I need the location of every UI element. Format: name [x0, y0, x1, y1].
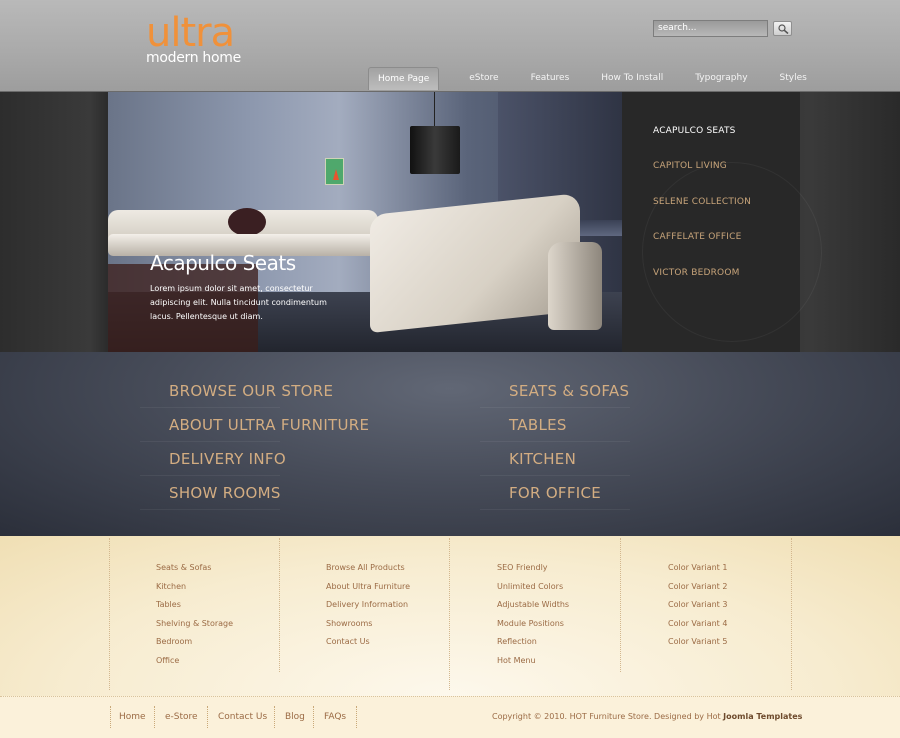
- link-browse-our-store[interactable]: BROWSE OUR STORE: [169, 382, 333, 400]
- copyright-text: Copyright © 2010. HOT Furniture Store. D…: [492, 712, 802, 721]
- footer-columns: [0, 536, 900, 696]
- nav-home-page[interactable]: Home Page: [368, 67, 440, 90]
- footer-link-shelving-storage[interactable]: Shelving & Storage: [156, 619, 233, 628]
- bottom-link-blog[interactable]: Blog: [285, 712, 305, 722]
- logo-sub-text: modern home: [146, 50, 241, 66]
- footer-link-bedroom[interactable]: Bedroom: [156, 637, 192, 646]
- footer-link-delivery-information[interactable]: Delivery Information: [326, 600, 408, 609]
- bottom-link-faqs[interactable]: FAQs: [324, 712, 346, 722]
- links-band: [0, 352, 900, 536]
- footer-link-showrooms[interactable]: Showrooms: [326, 619, 372, 628]
- copyright-prefix: Copyright © 2010. HOT Furniture Store. D…: [492, 712, 721, 721]
- bottom-link-contact-us[interactable]: Contact Us: [218, 712, 267, 722]
- wall-art-image: [325, 158, 344, 185]
- nav-how-to-install[interactable]: How To Install: [585, 67, 679, 90]
- logo[interactable]: ultra modern home: [146, 10, 241, 66]
- footer-link-browse-all-products[interactable]: Browse All Products: [326, 563, 405, 572]
- footer-link-seats-sofas[interactable]: Seats & Sofas: [156, 563, 211, 572]
- slide-item-acapulco-seats[interactable]: ACAPULCO SEATS: [653, 126, 736, 136]
- footer-link-adjustable-widths[interactable]: Adjustable Widths: [497, 600, 569, 609]
- column-divider: [791, 538, 792, 690]
- footer-link-color-variant-3[interactable]: Color Variant 3: [668, 600, 727, 609]
- hero-title: Acapulco Seats: [150, 251, 296, 275]
- column-divider: [620, 538, 621, 672]
- bottom-link-home[interactable]: Home: [119, 712, 146, 722]
- site-header: ultra modern home search... Home Page eS…: [0, 0, 900, 92]
- footer-link-color-variant-5[interactable]: Color Variant 5: [668, 637, 727, 646]
- footer-link-contact-us[interactable]: Contact Us: [326, 637, 370, 646]
- footer-link-tables[interactable]: Tables: [156, 600, 181, 609]
- footer-link-color-variant-4[interactable]: Color Variant 4: [668, 619, 727, 628]
- page: ultra modern home search... Home Page eS…: [0, 0, 900, 738]
- nav-styles[interactable]: Styles: [764, 67, 823, 90]
- footer-link-seo-friendly[interactable]: SEO Friendly: [497, 563, 548, 572]
- slide-item-capitol-living[interactable]: CAPITOL LIVING: [653, 161, 727, 171]
- footer-link-color-variant-2[interactable]: Color Variant 2: [668, 582, 727, 591]
- footer-link-office[interactable]: Office: [156, 656, 179, 665]
- nav-estore[interactable]: eStore: [453, 67, 514, 90]
- link-show-rooms[interactable]: SHOW ROOMS: [169, 484, 281, 502]
- hero-description: Lorem ipsum dolor sit amet, consectetur …: [150, 284, 327, 321]
- link-about-ultra-furniture[interactable]: ABOUT ULTRA FURNITURE: [169, 416, 369, 434]
- bottom-link-estore[interactable]: e-Store: [165, 712, 198, 722]
- slide-item-selene-collection[interactable]: SELENE COLLECTION: [653, 197, 751, 207]
- lamp-image: [410, 126, 460, 174]
- footer-link-about-ultra-furniture[interactable]: About Ultra Furniture: [326, 582, 410, 591]
- column-divider: [109, 538, 110, 690]
- footer-link-color-variant-1[interactable]: Color Variant 1: [668, 563, 727, 572]
- footer-link-kitchen[interactable]: Kitchen: [156, 582, 186, 591]
- column-divider: [279, 538, 280, 672]
- link-tables[interactable]: TABLES: [509, 416, 567, 434]
- link-seats-sofas[interactable]: SEATS & SOFAS: [509, 382, 629, 400]
- footer-link-module-positions[interactable]: Module Positions: [497, 619, 564, 628]
- footer-link-unlimited-colors[interactable]: Unlimited Colors: [497, 582, 563, 591]
- slide-item-victor-bedroom[interactable]: VICTOR BEDROOM: [653, 268, 740, 278]
- slide-item-caffelate-office[interactable]: CAFFELATE OFFICE: [653, 232, 741, 242]
- nav-features[interactable]: Features: [515, 67, 586, 90]
- nav-typography[interactable]: Typography: [679, 67, 763, 90]
- column-divider: [449, 538, 450, 690]
- footer-link-hot-menu[interactable]: Hot Menu: [497, 656, 536, 665]
- slide-list: ACAPULCO SEATS CAPITOL LIVING SELENE COL…: [622, 92, 822, 352]
- link-delivery-info[interactable]: DELIVERY INFO: [169, 450, 286, 468]
- search-input[interactable]: search...: [653, 20, 768, 37]
- hero-caption: Acapulco Seats Lorem ipsum dolor sit ame…: [150, 250, 350, 324]
- search-icon: [778, 24, 789, 34]
- main-nav: Home Page eStore Features How To Install…: [368, 67, 823, 92]
- link-kitchen[interactable]: KITCHEN: [509, 450, 576, 468]
- copyright-brand-link[interactable]: Joomla Templates: [723, 712, 802, 721]
- footer-link-reflection[interactable]: Reflection: [497, 637, 537, 646]
- link-for-office[interactable]: FOR OFFICE: [509, 484, 601, 502]
- search-button[interactable]: [773, 21, 792, 36]
